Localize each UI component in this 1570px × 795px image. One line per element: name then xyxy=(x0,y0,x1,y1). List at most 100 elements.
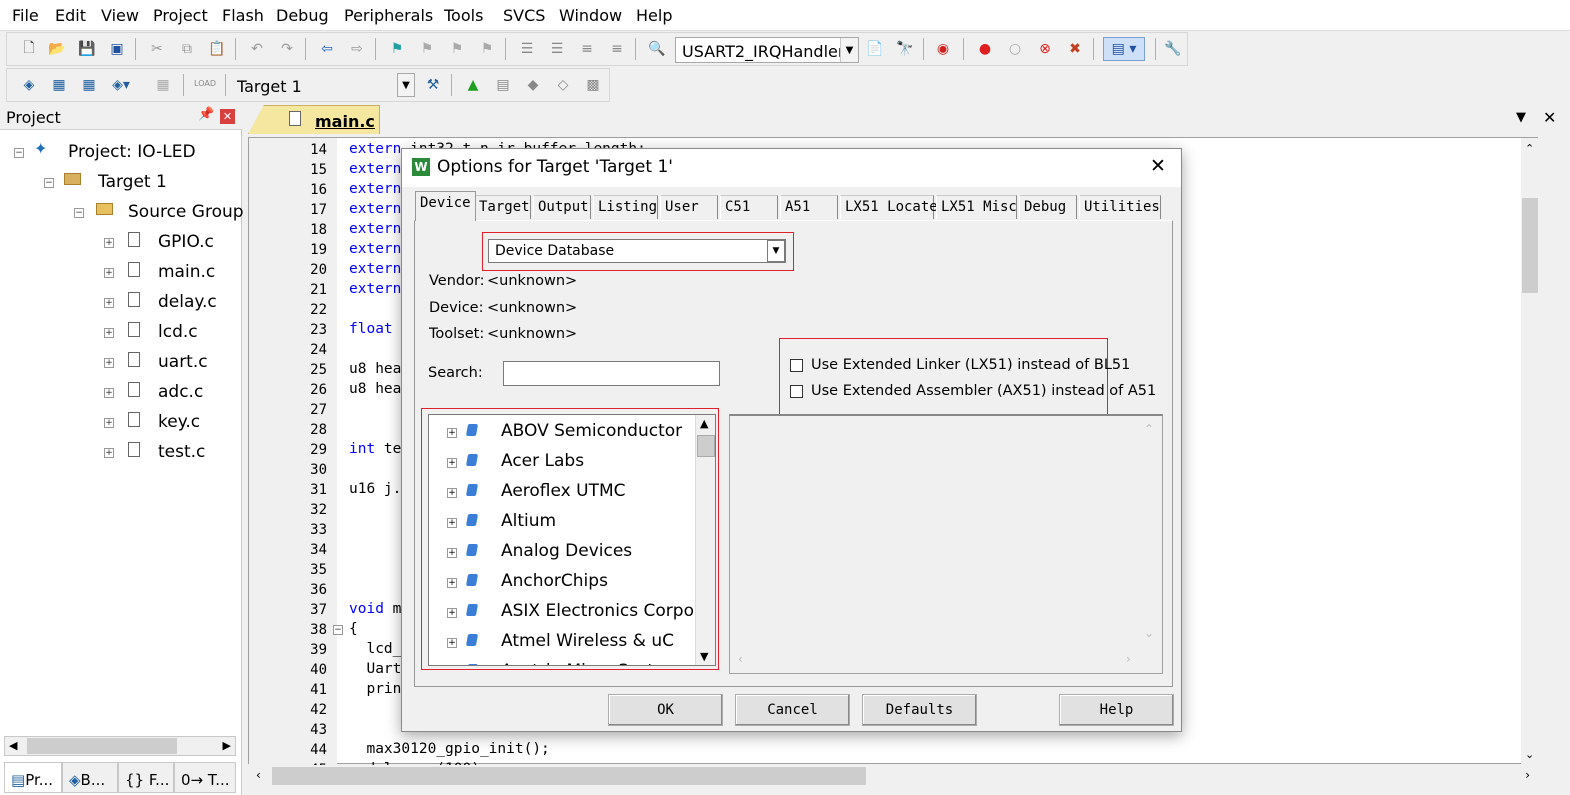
find-icon[interactable]: 🔭 xyxy=(895,39,915,59)
code-line[interactable]: { xyxy=(349,621,358,637)
ax51-checkbox-label[interactable]: Use Extended Assembler (AX51) instead of… xyxy=(811,383,1156,399)
code-line[interactable]: extern xyxy=(349,181,401,197)
expand-icon[interactable]: + xyxy=(104,238,114,248)
collapse-icon[interactable]: − xyxy=(14,148,24,158)
tab-lx51-locate[interactable]: LX51 Locate xyxy=(840,195,938,219)
code-line[interactable]: int te xyxy=(349,441,401,457)
menu-project[interactable]: Project xyxy=(153,6,208,25)
translate-icon[interactable]: ◈ xyxy=(19,75,39,95)
menu-file[interactable]: File xyxy=(12,6,39,25)
collapse-icon[interactable]: − xyxy=(74,208,84,218)
expand-icon[interactable]: + xyxy=(447,548,457,558)
stop-build-icon[interactable]: ▦ xyxy=(153,75,173,95)
redo-icon[interactable]: ↷ xyxy=(277,39,297,59)
clear-bookmarks-icon[interactable]: ⚑ xyxy=(477,39,497,59)
code-line[interactable]: void m xyxy=(349,601,401,617)
defaults-button[interactable]: Defaults xyxy=(862,694,977,726)
code-line[interactable]: extern xyxy=(349,161,401,177)
scroll-right-icon[interactable]: › xyxy=(1126,652,1131,666)
vendor-item[interactable]: Atmel Wireless & uC xyxy=(501,631,674,651)
code-line[interactable]: lcd_ xyxy=(349,641,401,657)
tree-file-item[interactable]: GPIO.c xyxy=(158,232,214,252)
ok-button[interactable]: OK xyxy=(608,694,723,726)
tab-list-icon[interactable]: ▼ xyxy=(1516,110,1526,125)
function-combo[interactable]: USART2_IRQHandler ▼ xyxy=(675,37,859,63)
build-icon[interactable]: ▦ xyxy=(49,75,69,95)
indent-icon[interactable]: ☰ xyxy=(517,39,537,59)
editor-hscrollbar[interactable]: ‹ › xyxy=(248,765,1538,787)
save-all-icon[interactable]: ▣ xyxy=(107,39,127,59)
ax51-checkbox[interactable] xyxy=(790,385,803,398)
expand-icon[interactable]: + xyxy=(104,328,114,338)
tree-file-item[interactable]: delay.c xyxy=(158,292,217,312)
menu-window[interactable]: Window xyxy=(559,6,622,25)
vendor-item[interactable]: Analog Devices xyxy=(501,541,632,561)
disable-all-breakpoints-icon[interactable]: ⊗ xyxy=(1035,39,1055,59)
tab-utilities[interactable]: Utilities xyxy=(1079,195,1161,219)
vendor-item[interactable]: AnchorChips xyxy=(501,571,608,591)
code-line[interactable]: extern xyxy=(349,201,401,217)
comment-icon[interactable]: ≡ xyxy=(577,39,597,59)
vendor-item[interactable]: Acer Labs xyxy=(501,451,584,471)
new-file-icon[interactable]: 🗋 xyxy=(19,39,39,59)
find-in-files-icon[interactable]: 🔍 xyxy=(647,39,667,59)
save-icon[interactable]: 💾 xyxy=(77,39,97,59)
scroll-down-icon[interactable]: ▼ xyxy=(700,650,708,663)
components-icon[interactable]: ▩ xyxy=(583,75,603,95)
debug-session-icon[interactable]: ◉ xyxy=(933,39,953,59)
tree-project-root[interactable]: Project: IO-LED xyxy=(68,142,196,162)
menu-debug[interactable]: Debug xyxy=(276,6,329,25)
menu-edit[interactable]: Edit xyxy=(55,6,86,25)
code-line[interactable]: Uart xyxy=(349,661,401,677)
kill-breakpoints-icon[interactable]: ✖ xyxy=(1065,39,1085,59)
tree-file-item[interactable]: adc.c xyxy=(158,382,203,402)
cut-icon[interactable]: ✂ xyxy=(147,39,167,59)
expand-icon[interactable]: + xyxy=(447,428,457,438)
target-options-icon[interactable]: ⚒ xyxy=(423,75,443,95)
close-icon[interactable]: ✕ xyxy=(1150,155,1166,177)
scroll-down-icon[interactable]: ⌄ xyxy=(1525,748,1534,761)
incremental-find-icon[interactable]: 📄 xyxy=(865,39,885,59)
undo-icon[interactable]: ↶ xyxy=(247,39,267,59)
scroll-down-icon[interactable]: ⌄ xyxy=(1144,626,1154,640)
tab-user[interactable]: User xyxy=(660,195,718,219)
vendor-item[interactable]: Altium xyxy=(501,511,556,531)
fold-icon[interactable]: − xyxy=(333,625,343,635)
cancel-button[interactable]: Cancel xyxy=(735,694,850,726)
scroll-thumb[interactable] xyxy=(697,435,715,457)
chevron-down-icon[interactable]: ▼ xyxy=(767,240,785,262)
device-tree[interactable]: + ABOV Semiconductor + Acer Labs + Aeroflex U… xyxy=(428,414,716,666)
tab-debug[interactable]: Debug xyxy=(1019,195,1077,219)
code-line[interactable]: extern xyxy=(349,281,401,297)
nav-forward-icon[interactable]: ⇨ xyxy=(347,39,367,59)
vendor-item[interactable]: ABOV Semiconductor xyxy=(501,421,682,441)
scroll-up-icon[interactable]: ⌃ xyxy=(1144,422,1154,436)
scroll-left-icon[interactable]: ‹ xyxy=(738,652,743,666)
menu-svcs[interactable]: SVCS xyxy=(503,6,545,25)
chevron-down-icon[interactable]: ▼ xyxy=(840,38,858,62)
expand-icon[interactable]: + xyxy=(447,578,457,588)
tree-source-group[interactable]: Source Group xyxy=(128,202,244,222)
scroll-right-icon[interactable]: › xyxy=(1525,768,1530,782)
tab-a51[interactable]: A51 xyxy=(780,195,838,219)
expand-icon[interactable]: + xyxy=(447,608,457,618)
project-hscrollbar[interactable]: ◀ ▶ xyxy=(4,736,236,756)
code-line[interactable]: extern xyxy=(349,261,401,277)
expand-icon[interactable]: + xyxy=(447,518,457,528)
menu-peripherals[interactable]: Peripherals xyxy=(344,6,433,25)
manage-rte-icon[interactable]: ◆ xyxy=(523,75,543,95)
close-icon[interactable]: ✕ xyxy=(220,109,235,124)
tab-functions[interactable]: {} F... xyxy=(118,762,174,793)
unindent-icon[interactable]: ☰ xyxy=(547,39,567,59)
menu-view[interactable]: View xyxy=(101,6,139,25)
scroll-thumb[interactable] xyxy=(272,767,866,785)
vendor-item[interactable]: Aeroflex UTMC xyxy=(501,481,626,501)
tree-file-item[interactable]: main.c xyxy=(158,262,215,282)
disable-breakpoint-icon[interactable]: ○ xyxy=(1005,39,1025,59)
tab-project[interactable]: ▤Pr... xyxy=(4,762,62,793)
chevron-down-icon[interactable]: ▼ xyxy=(397,73,415,97)
tree-target[interactable]: Target 1 xyxy=(98,172,167,192)
tree-file-item[interactable]: uart.c xyxy=(158,352,208,372)
menu-tools[interactable]: Tools xyxy=(444,6,483,25)
scroll-left-icon[interactable]: ◀ xyxy=(9,739,17,752)
